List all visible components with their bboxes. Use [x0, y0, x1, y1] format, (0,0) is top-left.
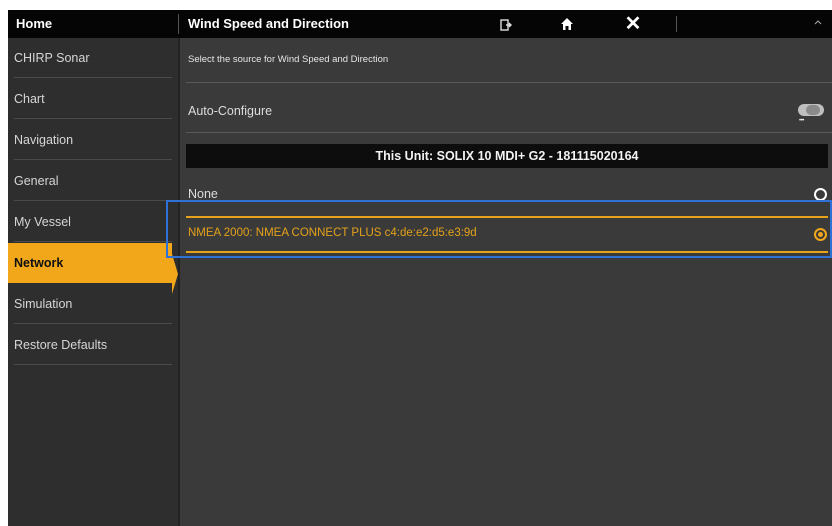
sidebar-item-chart[interactable]: Chart	[8, 79, 172, 119]
topbar-edge-indicator	[814, 10, 822, 38]
sidebar-item-restore-defaults[interactable]: Restore Defaults	[8, 325, 172, 365]
auto-configure-toggle[interactable]	[798, 104, 824, 116]
settings-screen: Home Wind Speed and Direction ✕ CHIRP So…	[8, 10, 832, 526]
unit-header: This Unit: SOLIX 10 MDI+ G2 - 1811150201…	[186, 144, 828, 168]
topbar-separator	[676, 16, 677, 32]
selection-line-bottom	[186, 251, 828, 253]
top-bar: Home Wind Speed and Direction ✕	[8, 10, 832, 38]
option-nmea-row[interactable]: NMEA 2000: NMEA CONNECT PLUS c4:de:e2:d5…	[186, 216, 828, 254]
sidebar-item-navigation[interactable]: Navigation	[8, 120, 172, 160]
toggle-state-marks: •••	[799, 118, 804, 124]
sidebar-item-simulation[interactable]: Simulation	[8, 284, 172, 324]
close-icon[interactable]: ✕	[620, 10, 646, 38]
auto-configure-label: Auto-Configure	[188, 104, 273, 118]
option-none-radio[interactable]	[814, 188, 827, 201]
sidebar-item-network[interactable]: Network	[8, 243, 172, 283]
row-divider	[186, 82, 832, 83]
sidebar-item-chirp-sonar[interactable]: CHIRP Sonar	[8, 38, 172, 78]
option-nmea-radio[interactable]	[814, 228, 827, 241]
sidebar-item-my-vessel[interactable]: My Vessel	[8, 202, 172, 242]
page-title: Wind Speed and Direction	[188, 16, 349, 31]
option-nmea-label[interactable]: NMEA 2000: NMEA CONNECT PLUS c4:de:e2:d5…	[188, 227, 477, 239]
selection-line-top	[186, 216, 828, 218]
option-none-label[interactable]: None	[188, 187, 218, 201]
exit-icon[interactable]	[494, 10, 518, 38]
toggle-knob	[806, 105, 820, 115]
sidebar-item-general[interactable]: General	[8, 161, 172, 201]
settings-panel: Select the source for Wind Speed and Dir…	[180, 38, 832, 526]
instruction-text: Select the source for Wind Speed and Dir…	[188, 54, 389, 65]
home-icon[interactable]	[554, 10, 580, 38]
home-title[interactable]: Home	[16, 10, 52, 38]
settings-sidebar: CHIRP Sonar Chart Navigation General My …	[8, 38, 178, 526]
topbar-divider	[178, 14, 179, 34]
row-divider	[186, 132, 832, 133]
